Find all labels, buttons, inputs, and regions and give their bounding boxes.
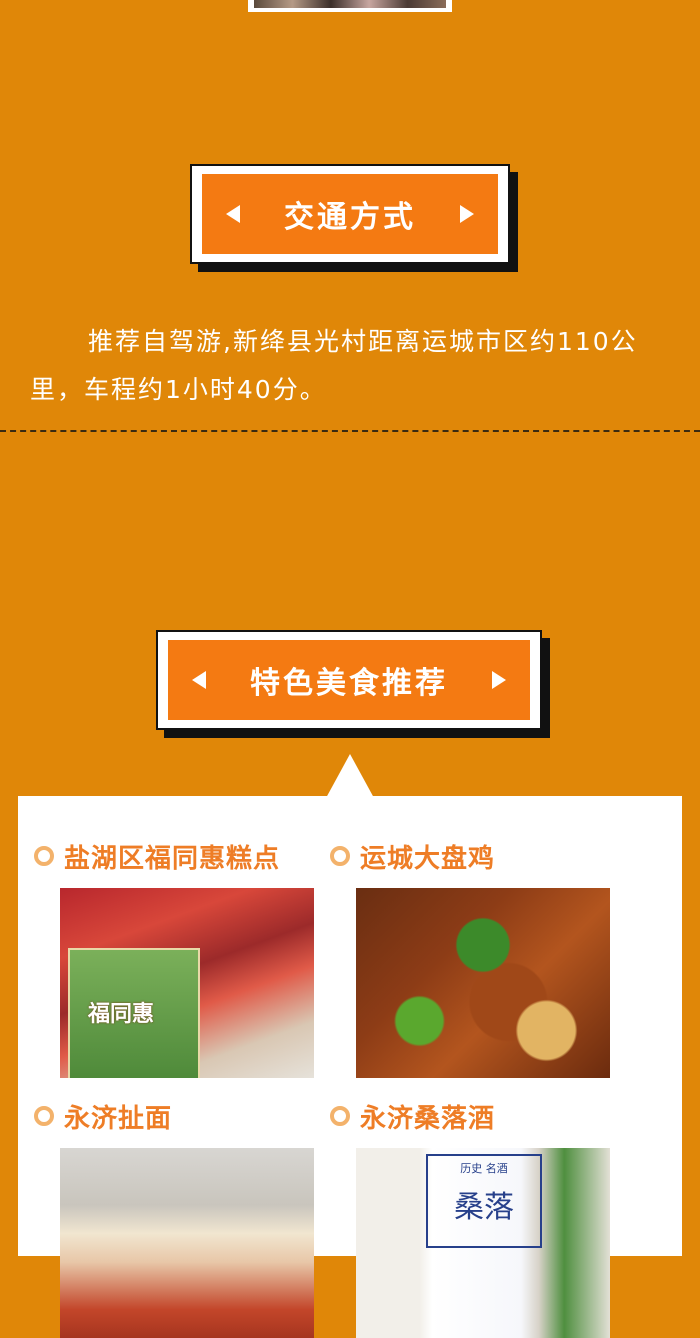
top-photo-strip [248, 0, 452, 12]
food-item-name: 永济桑落酒 [360, 1103, 496, 1134]
food-item-chicken: 运城大盘鸡 [330, 838, 610, 1078]
pastry-photo-label: 福同惠 [88, 1001, 155, 1027]
arrow-left-icon [226, 205, 240, 223]
pastry-photo: 福同惠 [60, 888, 314, 1078]
food-item-name: 盐湖区福同惠糕点 [64, 843, 281, 874]
bullet-circle-icon [34, 846, 54, 866]
food-item-name: 运城大盘鸡 [360, 843, 496, 874]
food-item-pastry: 盐湖区福同惠糕点 福同惠 [34, 838, 314, 1078]
food-item-wine: 永济桑落酒 历史 名酒 桑落 [330, 1098, 610, 1338]
transport-title: 交通方式 [284, 200, 416, 235]
wine-label-top: 历史 名酒 [460, 1162, 508, 1175]
chicken-photo [356, 888, 610, 1078]
dashed-divider [0, 430, 700, 432]
arrow-right-icon [460, 205, 474, 223]
arrow-right-icon [492, 671, 506, 689]
bullet-circle-icon [330, 846, 350, 866]
bullet-circle-icon [330, 1106, 350, 1126]
food-item-noodles: 永济扯面 [34, 1098, 314, 1338]
card-pointer [326, 754, 374, 798]
arrow-left-icon [192, 671, 206, 689]
food-title: 特色美食推荐 [250, 666, 448, 701]
wine-photo: 历史 名酒 桑落 [356, 1148, 610, 1338]
wine-label-big: 桑落 [454, 1190, 514, 1225]
food-item-name: 永济扯面 [64, 1103, 173, 1134]
transport-paragraph: 推荐自驾游,新绛县光村距离运城市区约110公里，车程约1小时40分。 [30, 327, 638, 404]
food-banner: 特色美食推荐 [156, 630, 550, 738]
transport-banner: 交通方式 [190, 164, 518, 272]
bullet-circle-icon [34, 1106, 54, 1126]
noodles-photo [60, 1148, 314, 1338]
